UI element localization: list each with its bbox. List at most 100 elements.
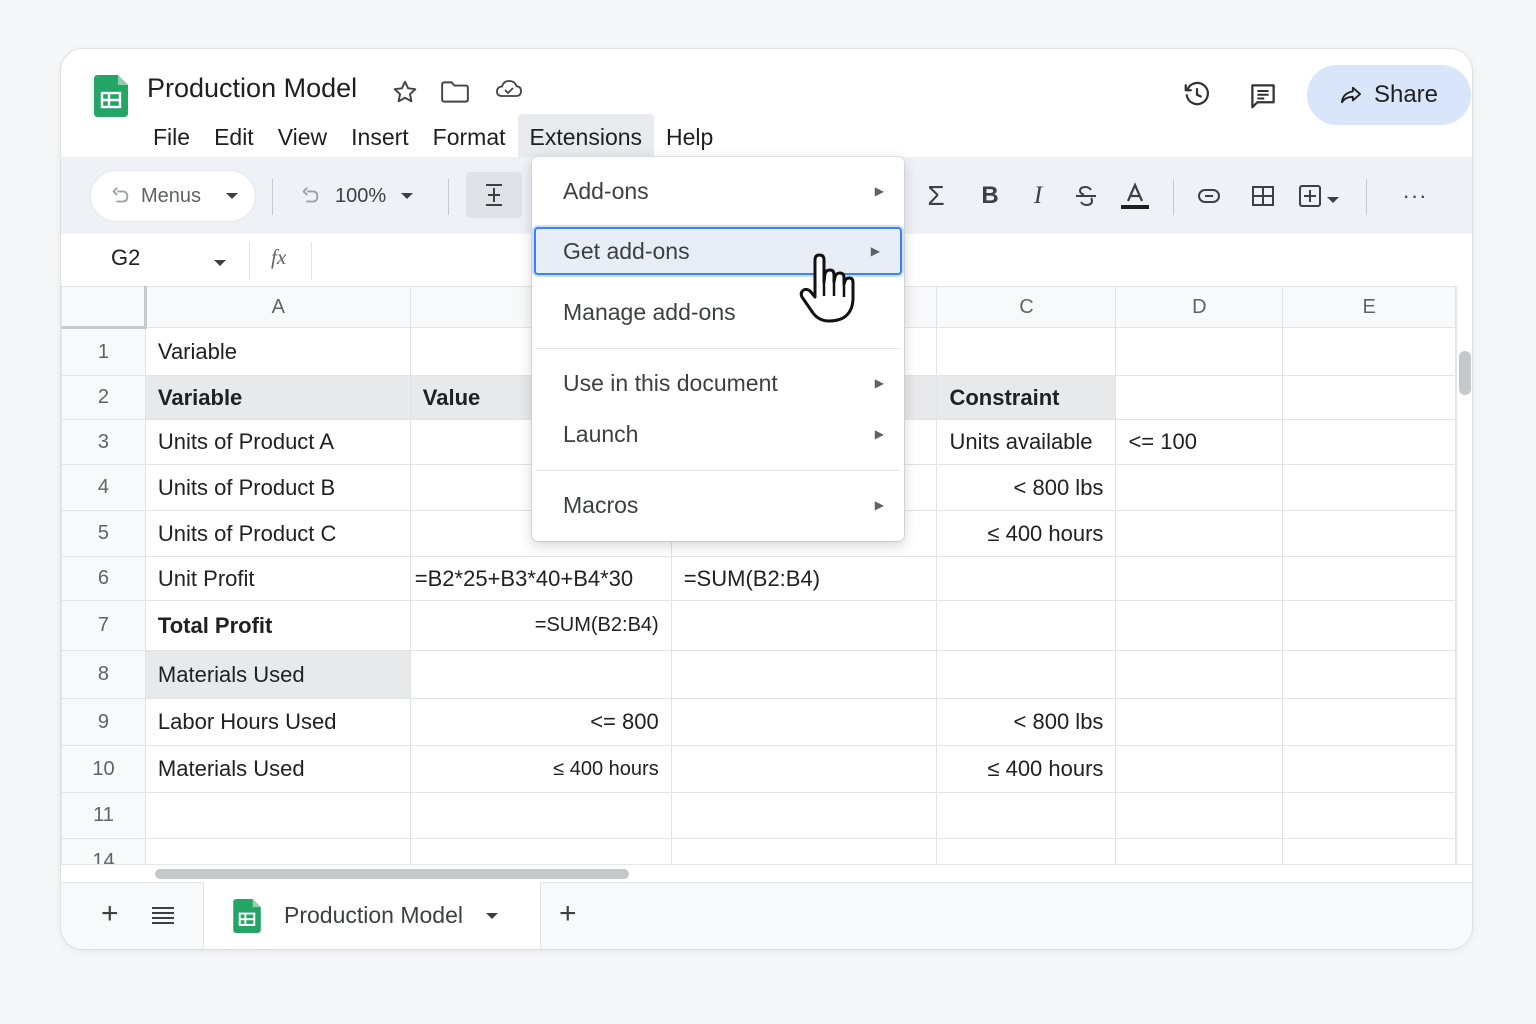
cell[interactable]: =SUM(B2:B4) (409, 600, 672, 651)
add-sheet-icon[interactable]: + (101, 897, 119, 931)
cell[interactable] (936, 838, 1117, 864)
sheets-logo-icon[interactable] (94, 75, 128, 117)
menu-view[interactable]: View (266, 118, 339, 157)
row-header[interactable]: 14 (61, 838, 146, 864)
cell[interactable]: Unit Profit (144, 556, 411, 601)
menus-search-pill[interactable]: Menus (90, 170, 256, 222)
cell[interactable] (1115, 556, 1284, 601)
strikethrough-icon[interactable] (1065, 175, 1107, 217)
vertical-align-icon[interactable] (466, 172, 522, 218)
cell[interactable] (936, 327, 1117, 376)
link-icon[interactable] (1188, 175, 1230, 217)
menu-item-use-in-document[interactable]: Use in this document ▶ (532, 359, 904, 407)
cell[interactable] (1282, 698, 1456, 746)
history-icon[interactable] (1177, 74, 1217, 114)
table-icon[interactable] (1242, 175, 1284, 217)
cell[interactable] (1115, 464, 1284, 511)
cell[interactable] (936, 600, 1117, 651)
cell[interactable] (1115, 375, 1284, 420)
name-box[interactable]: G2 (111, 245, 140, 271)
row-header[interactable]: 4 (61, 464, 146, 511)
comments-icon[interactable] (1243, 76, 1283, 116)
row-header[interactable]: 11 (61, 792, 146, 839)
cell[interactable]: < 800 lbs (936, 698, 1117, 746)
menu-format[interactable]: Format (421, 118, 518, 157)
insert-table-icon[interactable] (1293, 175, 1351, 217)
cell[interactable] (1115, 792, 1284, 839)
cell[interactable] (670, 792, 938, 839)
row-header[interactable]: 10 (61, 745, 146, 793)
cell[interactable]: Variable (144, 327, 411, 376)
column-header-a[interactable]: A (144, 286, 411, 328)
cell[interactable]: Variable (144, 375, 411, 420)
cell[interactable] (1282, 419, 1456, 465)
column-header-c[interactable]: C (936, 286, 1117, 328)
cell[interactable]: ≤ 400 hours (936, 745, 1117, 793)
cell[interactable] (144, 838, 411, 864)
cell[interactable] (670, 650, 938, 699)
menu-item-add-ons[interactable]: Add-ons ▶ (532, 167, 904, 215)
cell[interactable] (936, 650, 1117, 699)
cell[interactable]: Constraint (936, 375, 1117, 420)
document-title[interactable]: Production Model (147, 73, 357, 104)
menu-insert[interactable]: Insert (339, 118, 421, 157)
cell[interactable] (1282, 510, 1456, 557)
cell[interactable]: =SUM(B2:B4) (670, 556, 938, 601)
row-header[interactable]: 8 (61, 650, 146, 699)
cell[interactable]: Materials Used (144, 650, 411, 699)
menu-item-macros[interactable]: Macros ▶ (532, 481, 904, 529)
cell[interactable] (1115, 745, 1284, 793)
cell[interactable] (670, 600, 938, 651)
menu-file[interactable]: File (141, 118, 202, 157)
caret-down-icon[interactable] (213, 258, 227, 268)
more-options-icon[interactable]: ··· (1394, 175, 1436, 217)
cell[interactable] (936, 556, 1117, 601)
cell[interactable] (1115, 600, 1284, 651)
cell[interactable]: Materials Used (144, 745, 411, 793)
cell[interactable] (1282, 600, 1456, 651)
cell[interactable]: ≤ 400 hours (936, 510, 1117, 557)
menu-help[interactable]: Help (654, 118, 725, 157)
cell[interactable]: Units of Product A (144, 419, 411, 465)
row-header[interactable]: 9 (61, 698, 146, 746)
cell[interactable] (670, 698, 938, 746)
cell[interactable]: <= 800 (409, 698, 672, 746)
menu-extensions[interactable]: Extensions (517, 113, 655, 161)
cell[interactable] (1282, 375, 1456, 420)
cell[interactable] (1115, 327, 1284, 376)
bold-icon[interactable]: B (969, 175, 1011, 217)
cell[interactable]: <= 100 (1115, 419, 1284, 465)
star-icon[interactable] (390, 77, 420, 107)
cell[interactable] (144, 792, 411, 839)
horizontal-scroll-thumb[interactable] (155, 869, 629, 879)
cell[interactable] (1282, 838, 1456, 864)
share-button[interactable]: Share (1307, 65, 1471, 125)
cell[interactable] (1282, 327, 1456, 376)
cell[interactable] (670, 745, 938, 793)
cell[interactable] (670, 838, 938, 864)
zoom-control[interactable]: 100% (299, 175, 414, 217)
column-header-e[interactable]: E (1282, 286, 1456, 328)
cell[interactable] (1282, 745, 1456, 793)
cell[interactable] (936, 792, 1117, 839)
cell[interactable] (1282, 464, 1456, 511)
cell[interactable] (409, 838, 672, 864)
sum-icon[interactable]: Σ (915, 175, 957, 217)
italic-icon[interactable]: I (1017, 175, 1059, 217)
sheet-tab[interactable]: Production Model (203, 882, 541, 949)
cell[interactable] (1282, 650, 1456, 699)
cell[interactable] (1115, 838, 1284, 864)
cell[interactable]: Labor Hours Used (144, 698, 411, 746)
text-color-icon[interactable] (1114, 175, 1156, 217)
cell[interactable] (1282, 792, 1456, 839)
row-header[interactable]: 2 (61, 375, 146, 420)
vertical-scroll-thumb[interactable] (1459, 351, 1471, 395)
row-header[interactable]: 7 (61, 600, 146, 651)
add-sheet-icon[interactable]: + (559, 897, 577, 931)
all-sheets-icon[interactable] (151, 905, 175, 930)
menu-edit[interactable]: Edit (202, 118, 266, 157)
cell[interactable] (1282, 556, 1456, 601)
row-header[interactable]: 1 (61, 327, 146, 376)
row-header[interactable]: 6 (61, 556, 146, 601)
row-header[interactable]: 3 (61, 419, 146, 465)
